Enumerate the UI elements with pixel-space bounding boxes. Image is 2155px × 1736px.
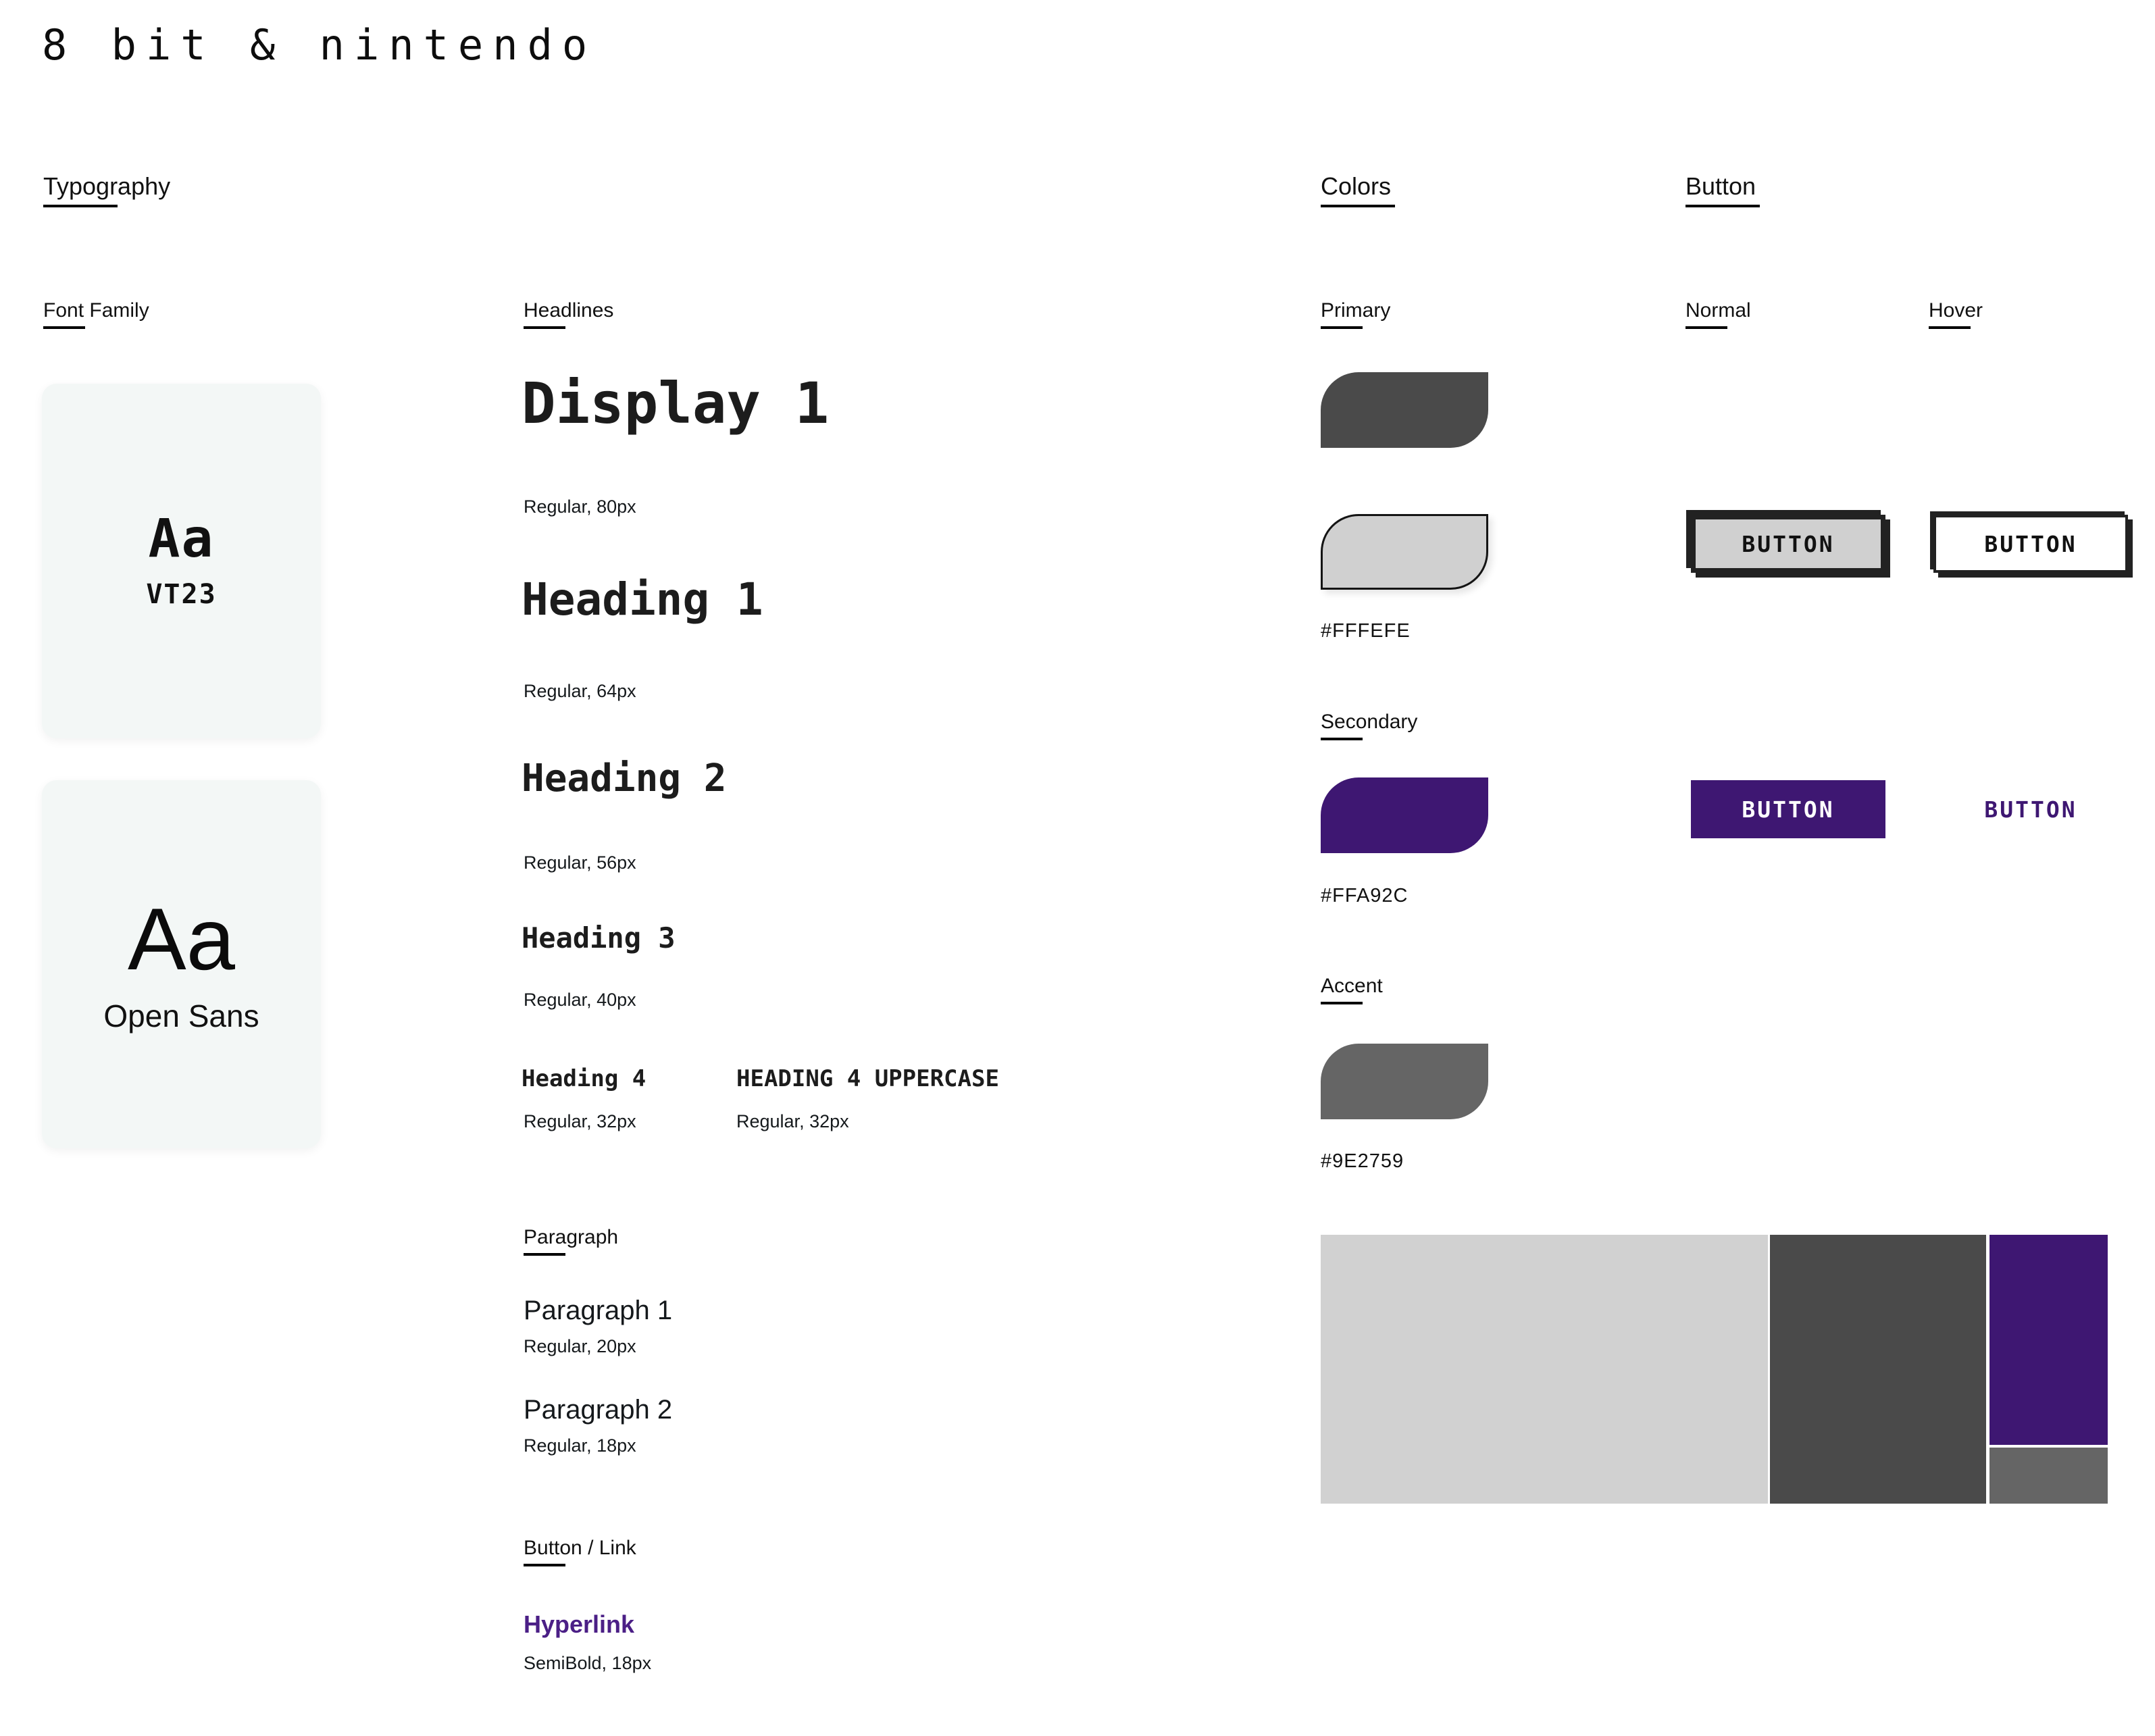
headline-display-1: Display 1	[522, 370, 830, 436]
sublabel-button-hover: Hover	[1929, 299, 1983, 329]
font-sample-name: Open Sans	[103, 998, 259, 1033]
hexcode-accent: #9E2759	[1321, 1150, 1404, 1172]
font-sample-glyph: Aa	[127, 889, 235, 988]
sublabel-secondary: Secondary	[1321, 711, 1418, 740]
paragraph-2-sample: Paragraph 2	[524, 1395, 673, 1425]
sublabel-font-family: Font Family	[43, 299, 149, 329]
headline-heading-4-uppercase: HEADING 4 UPPERCASE	[736, 1065, 999, 1092]
sublabel-accent: Accent	[1321, 975, 1383, 1004]
button-label: BUTTON	[1742, 530, 1835, 557]
sublabel-primary: Primary	[1321, 299, 1391, 329]
sublabel-button-normal: Normal	[1685, 299, 1751, 329]
headline-heading-1: Heading 1	[522, 573, 763, 626]
color-swatch-accent	[1321, 1044, 1488, 1119]
color-swatch-primary-light	[1321, 514, 1488, 590]
spec-hyperlink: SemiBold, 18px	[524, 1653, 652, 1673]
font-sample-glyph: Aa	[148, 508, 215, 569]
button-secondary-hover[interactable]: BUTTON	[1933, 780, 2128, 838]
paragraph-1-sample: Paragraph 1	[524, 1296, 673, 1325]
color-swatch-secondary	[1321, 777, 1488, 853]
spec-paragraph-2: Regular, 18px	[524, 1435, 636, 1456]
spec-display-1: Regular, 80px	[524, 496, 636, 517]
font-card-sans: Aa Open Sans	[42, 780, 321, 1148]
spec-paragraph-1: Regular, 20px	[524, 1336, 636, 1356]
spec-heading-1: Regular, 64px	[524, 681, 636, 701]
spec-heading-4: Regular, 32px	[524, 1111, 636, 1131]
hexcode-secondary: #FFA92C	[1321, 885, 1409, 907]
spec-heading-4-uppercase: Regular, 32px	[736, 1111, 849, 1131]
button-label: BUTTON	[1984, 530, 2077, 557]
button-primary-normal[interactable]: BUTTON	[1691, 515, 1885, 573]
headline-heading-2: Heading 2	[522, 757, 727, 800]
palette-block-dark-gray	[1770, 1235, 1986, 1504]
button-label: BUTTON	[1742, 796, 1835, 823]
sublabel-button-link: Button / Link	[524, 1537, 636, 1566]
font-sample-name: VT23	[146, 578, 217, 610]
palette-block-purple	[1989, 1235, 2108, 1445]
button-secondary-normal[interactable]: BUTTON	[1691, 780, 1885, 838]
color-swatch-primary-dark	[1321, 372, 1488, 448]
headline-heading-4: Heading 4	[522, 1065, 646, 1092]
hexcode-primary: #FFFEFE	[1321, 620, 1411, 642]
section-heading-typography: Typography	[43, 172, 171, 207]
sublabel-headlines: Headlines	[524, 299, 614, 329]
section-heading-colors: Colors	[1321, 172, 1396, 207]
palette-block-light-gray	[1321, 1235, 1768, 1504]
page-title: 8 bit & nintendo	[42, 20, 597, 70]
section-heading-button: Button	[1685, 172, 1760, 207]
sublabel-paragraph: Paragraph	[524, 1226, 619, 1256]
hyperlink-sample[interactable]: Hyperlink	[524, 1612, 634, 1637]
palette-block-mid-gray	[1989, 1448, 2108, 1504]
spec-heading-3: Regular, 40px	[524, 990, 636, 1010]
button-label: BUTTON	[1984, 796, 2077, 823]
spec-heading-2: Regular, 56px	[524, 852, 636, 873]
headline-heading-3: Heading 3	[522, 921, 676, 954]
button-primary-hover[interactable]: BUTTON	[1933, 515, 2128, 573]
style-guide-page: 8 bit & nintendo Typography Colors Butto…	[0, 0, 2155, 1736]
font-card-pixel: Aa VT23	[42, 384, 321, 738]
